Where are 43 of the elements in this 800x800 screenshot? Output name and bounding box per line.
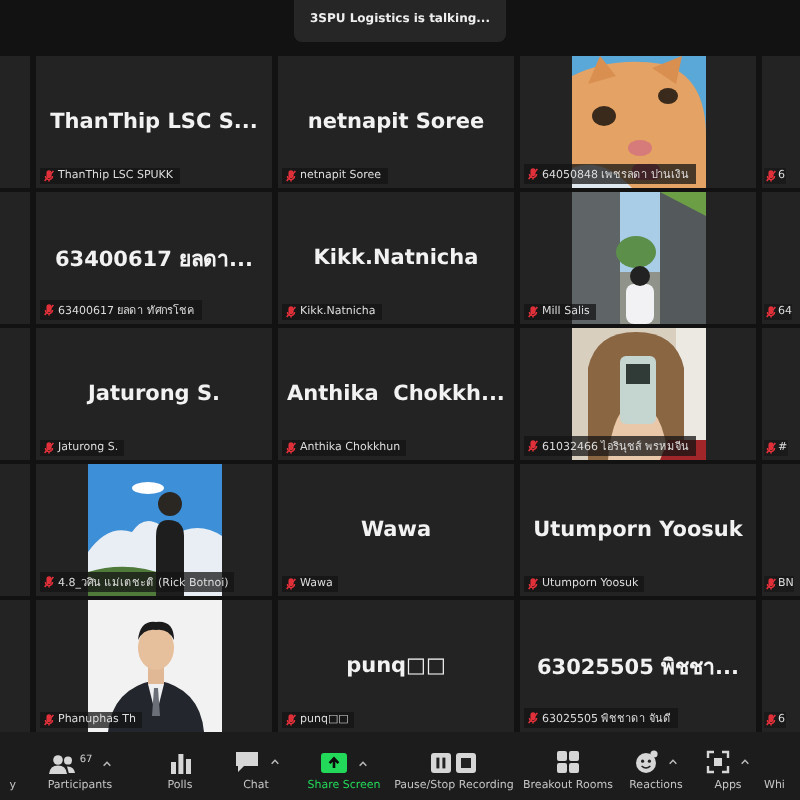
caret-icon[interactable]	[102, 760, 113, 768]
participant-name: Anthika Chokkh...	[287, 382, 505, 406]
four-squares-icon	[556, 750, 580, 774]
muted-mic-icon	[766, 170, 776, 182]
muted-mic-icon	[286, 442, 296, 454]
muted-mic-icon	[528, 578, 538, 590]
participant-name: Kikk.Natnicha	[313, 246, 479, 270]
participant-name: Wawa	[360, 518, 432, 542]
participant-name: Jaturong S.	[87, 382, 221, 406]
muted-mic-icon	[528, 712, 538, 724]
caret-icon[interactable]	[358, 759, 368, 767]
muted-mic-icon	[286, 578, 296, 590]
muted-mic-icon	[44, 170, 54, 182]
muted-mic-icon	[286, 306, 296, 318]
participant-name: 63025505 พิชชา...	[536, 653, 740, 683]
chat-icon	[233, 750, 259, 774]
muted-mic-icon	[766, 714, 776, 726]
participant-name: punq□□	[346, 654, 446, 678]
muted-mic-icon	[44, 714, 54, 726]
muted-mic-icon	[766, 578, 776, 590]
apps-icon	[706, 750, 730, 774]
share-screen-icon	[320, 752, 348, 774]
muted-mic-icon	[286, 170, 296, 182]
participant-name: Utumporn Yoosuk	[533, 518, 743, 542]
muted-mic-icon	[286, 714, 296, 726]
pause-stop-icon	[430, 752, 478, 774]
muted-mic-icon	[44, 576, 54, 588]
bar-chart-icon	[169, 752, 191, 774]
muted-mic-icon	[528, 168, 538, 180]
caret-icon[interactable]	[740, 758, 750, 766]
caret-icon[interactable]	[668, 758, 678, 766]
caret-icon[interactable]	[269, 758, 279, 766]
muted-mic-icon	[44, 304, 54, 316]
muted-mic-icon	[766, 306, 776, 318]
muted-mic-icon	[528, 440, 538, 452]
muted-mic-icon	[44, 442, 54, 454]
muted-mic-icon	[528, 306, 538, 318]
participant-name: ThanThip LSC S...	[50, 110, 258, 134]
participant-name: netnapit Soree	[307, 110, 485, 134]
participant-name: 63400617 ยลดา...	[54, 245, 254, 275]
smiley-icon	[634, 750, 658, 774]
muted-mic-icon	[766, 442, 776, 454]
people-icon	[47, 754, 76, 774]
